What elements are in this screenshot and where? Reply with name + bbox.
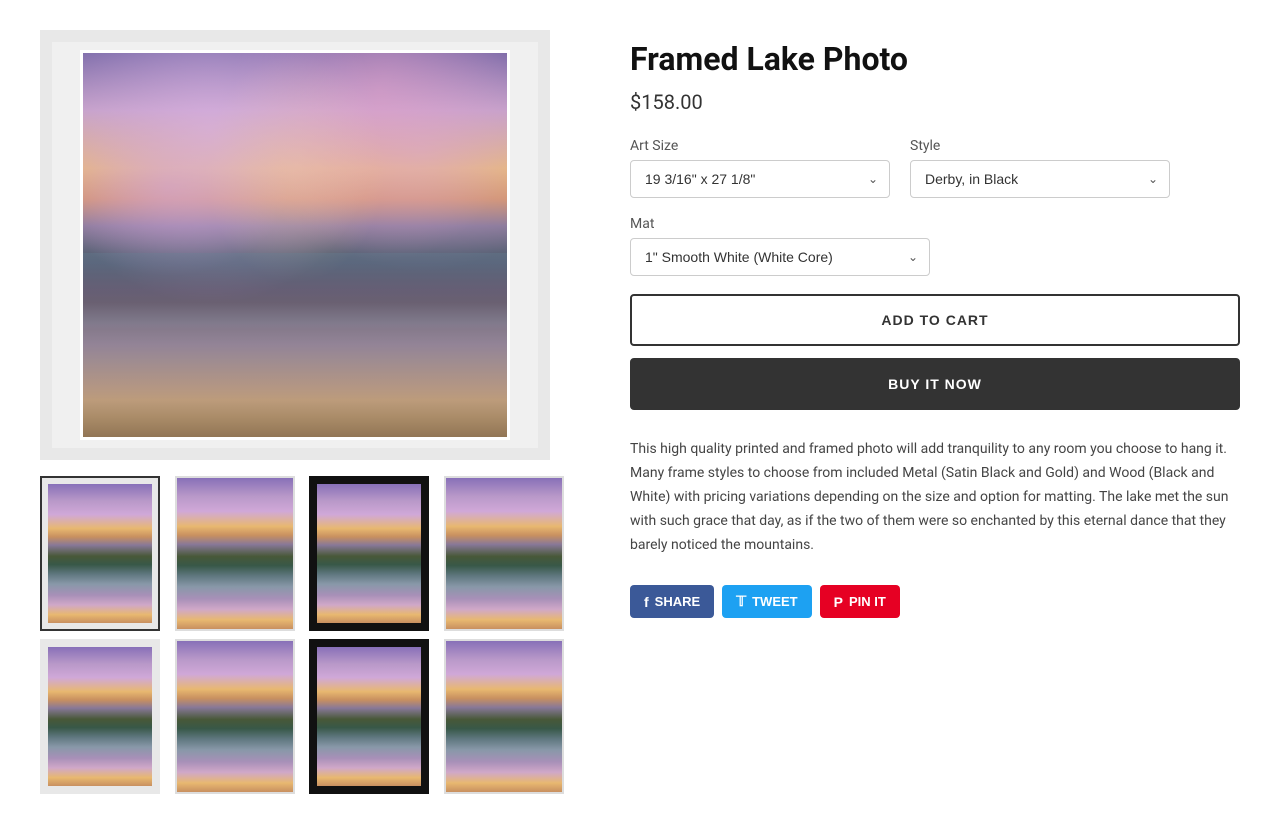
buy-now-button[interactable]: BUY IT NOW	[630, 358, 1240, 410]
twitter-tweet-button[interactable]: 𝕋 TWEET	[722, 585, 811, 618]
thumbnail-2[interactable]	[175, 476, 295, 631]
product-price: $158.00	[630, 90, 1240, 114]
art-size-label: Art Size	[630, 138, 890, 154]
social-buttons: f SHARE 𝕋 TWEET P PIN IT	[630, 585, 1240, 618]
product-description: This high quality printed and framed pho…	[630, 438, 1240, 557]
style-select[interactable]: Derby, in Black Derby, in White Metal, S…	[910, 160, 1170, 198]
thumbnail-8[interactable]	[444, 639, 564, 794]
left-column	[40, 30, 570, 794]
style-select-wrapper: Derby, in Black Derby, in White Metal, S…	[910, 160, 1170, 198]
art-size-style-group: Art Size 19 3/16" x 27 1/8" 12" x 18" 16…	[630, 138, 1240, 198]
main-product-image	[80, 50, 510, 440]
pinterest-pin-button[interactable]: P PIN IT	[820, 585, 900, 618]
mat-label: Mat	[630, 216, 1240, 232]
pin-label: PIN IT	[849, 594, 886, 609]
style-group: Style Derby, in Black Derby, in White Me…	[910, 138, 1170, 198]
product-title: Framed Lake Photo	[630, 40, 1240, 78]
art-size-group: Art Size 19 3/16" x 27 1/8" 12" x 18" 16…	[630, 138, 890, 198]
share-label: SHARE	[655, 594, 701, 609]
mat-select-wrapper: 1" Smooth White (White Core) No Mat 2" S…	[630, 238, 930, 276]
mat-group: Mat 1" Smooth White (White Core) No Mat …	[630, 216, 1240, 276]
thumbnail-grid	[40, 476, 570, 794]
art-size-select-wrapper: 19 3/16" x 27 1/8" 12" x 18" 16" x 24" 2…	[630, 160, 890, 198]
thumbnail-1[interactable]	[40, 476, 160, 631]
page-container: Framed Lake Photo $158.00 Art Size 19 3/…	[0, 0, 1280, 824]
facebook-share-button[interactable]: f SHARE	[630, 585, 714, 618]
thumbnail-4[interactable]	[444, 476, 564, 631]
right-column: Framed Lake Photo $158.00 Art Size 19 3/…	[630, 30, 1240, 794]
select-row-top: Art Size 19 3/16" x 27 1/8" 12" x 18" 16…	[630, 138, 1240, 198]
mat-select[interactable]: 1" Smooth White (White Core) No Mat 2" S…	[630, 238, 930, 276]
thumbnail-5[interactable]	[40, 639, 160, 794]
pinterest-icon: P	[834, 594, 843, 610]
main-image-container	[40, 30, 550, 460]
tweet-label: TWEET	[752, 594, 798, 609]
thumbnail-3[interactable]	[309, 476, 429, 631]
style-label: Style	[910, 138, 1170, 154]
thumbnail-7[interactable]	[309, 639, 429, 794]
thumbnail-6[interactable]	[175, 639, 295, 794]
add-to-cart-button[interactable]: ADD TO CART	[630, 294, 1240, 346]
twitter-icon: 𝕋	[736, 593, 746, 610]
art-size-select[interactable]: 19 3/16" x 27 1/8" 12" x 18" 16" x 24" 2…	[630, 160, 890, 198]
facebook-icon: f	[644, 594, 649, 610]
